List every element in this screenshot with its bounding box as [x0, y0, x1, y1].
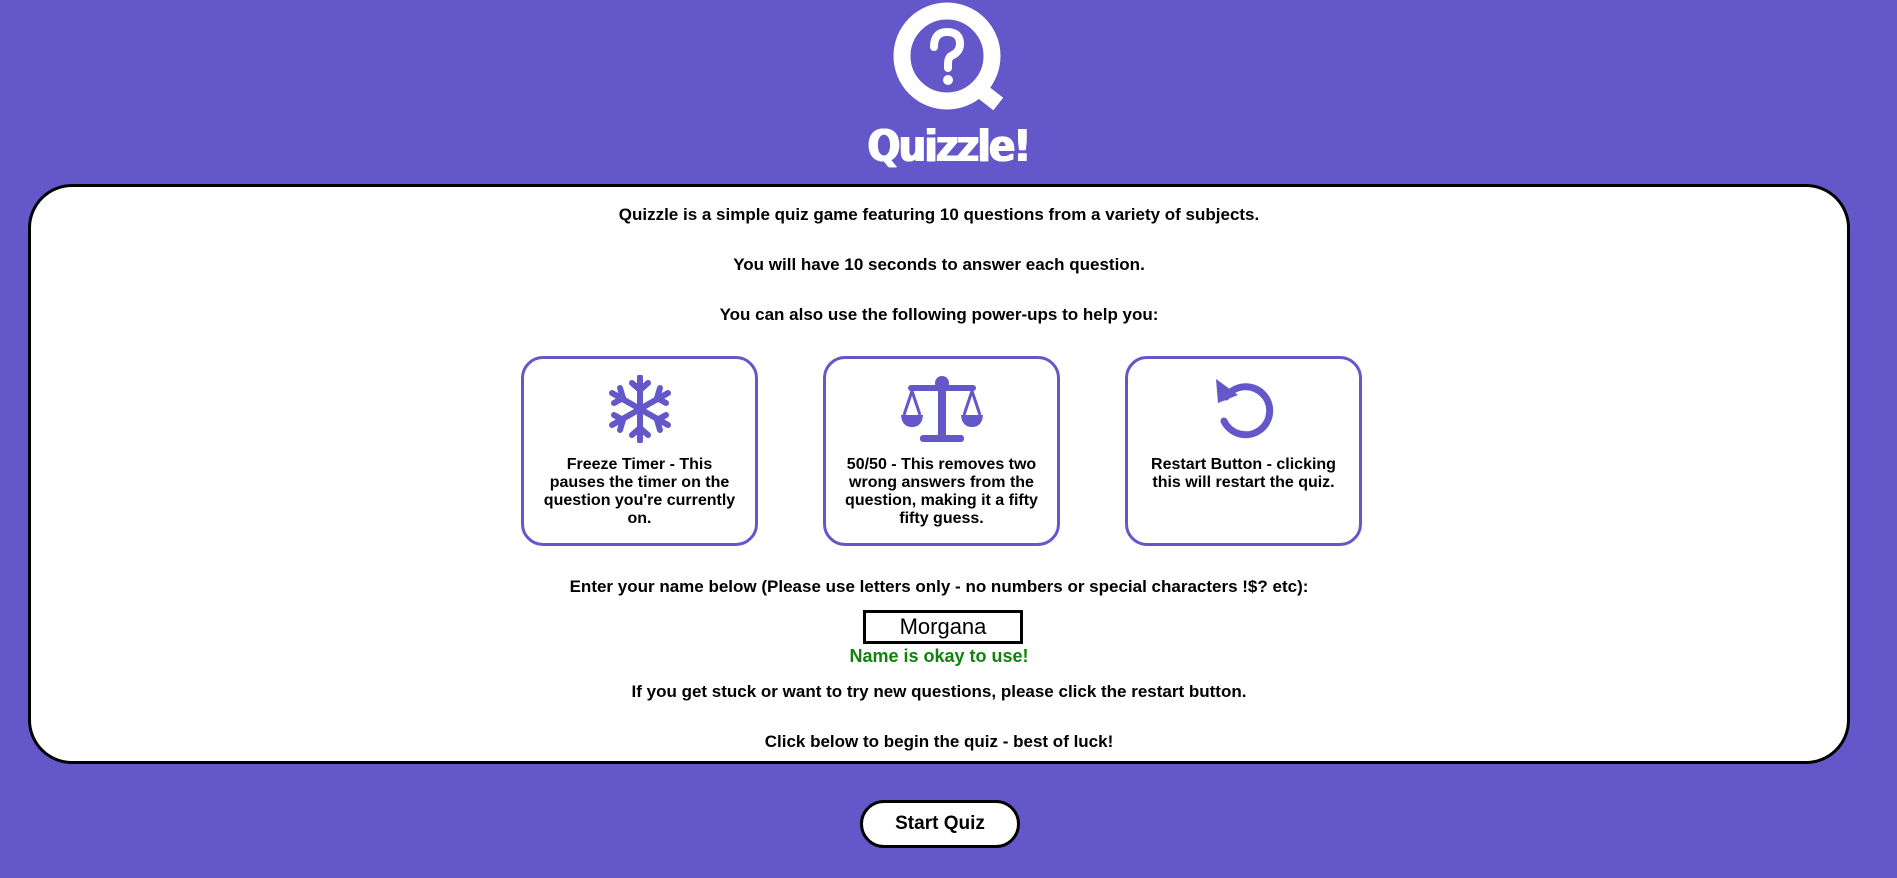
- intro-line-1: Quizzle is a simple quiz game featuring …: [618, 205, 1260, 224]
- begin-text: Click below to begin the quiz - best of …: [764, 732, 1114, 751]
- powerup-fifty-text: 50/50 - This removes two wrong answers f…: [845, 456, 1038, 527]
- logo: Quizzle!: [0, 0, 1897, 180]
- start-quiz-button[interactable]: Start Quiz: [860, 800, 1020, 848]
- name-prompt: Enter your name below (Please use letter…: [569, 577, 1309, 596]
- name-input[interactable]: [863, 610, 1023, 644]
- instructions-card: Quizzle is a simple quiz game featuring …: [28, 184, 1850, 764]
- powerup-restart-text: Restart Button - clicking this will rest…: [1151, 456, 1336, 491]
- app-title: Quizzle!: [867, 121, 1032, 172]
- powerup-restart-card: Restart Button - clicking this will rest…: [1125, 356, 1362, 546]
- question-logo-icon: [893, 2, 1003, 111]
- powerup-freeze-card: Freeze Timer - This pauses the timer on …: [521, 356, 758, 546]
- scales-icon: [900, 376, 983, 442]
- intro-line-2: You will have 10 seconds to answer each …: [733, 255, 1145, 274]
- name-validation-message: Name is okay to use!: [849, 646, 1029, 666]
- help-text: If you get stuck or want to try new ques…: [631, 682, 1247, 701]
- powerup-freeze-text: Freeze Timer - This pauses the timer on …: [543, 456, 736, 527]
- snowflake-icon: [608, 375, 671, 443]
- powerups-row: Freeze Timer - This pauses the timer on …: [31, 356, 1847, 546]
- powerup-fifty-card: 50/50 - This removes two wrong answers f…: [823, 356, 1060, 546]
- intro-line-3: You can also use the following power-ups…: [719, 305, 1159, 324]
- restart-icon: [1215, 379, 1273, 439]
